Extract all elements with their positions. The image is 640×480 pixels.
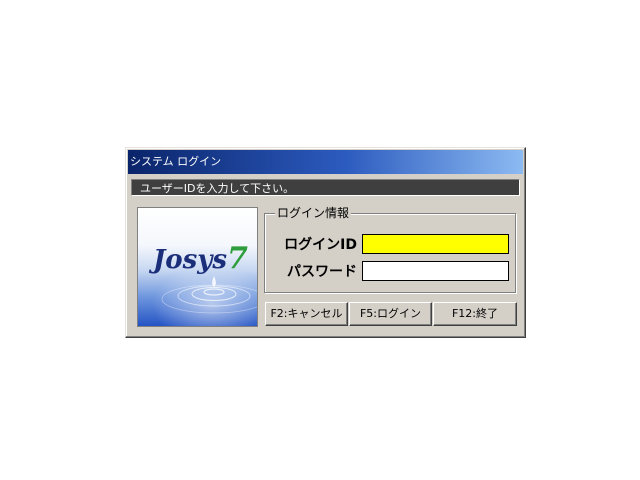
login-id-label: ログインID: [284, 237, 357, 253]
logo-seven: 7: [227, 241, 248, 276]
password-input[interactable]: [362, 261, 509, 281]
password-label: パスワード: [287, 264, 357, 280]
group-legend: ログイン情報: [275, 205, 352, 221]
login-dialog: システム ログイン ユーザーIDを入力して下さい。 Josys7 ログイン情報 …: [125, 147, 526, 338]
login-button[interactable]: F5:ログイン: [349, 302, 432, 326]
status-message: ユーザーIDを入力して下さい。: [131, 179, 520, 196]
exit-button[interactable]: F12:終了: [433, 302, 517, 326]
window-title[interactable]: システム ログイン: [128, 150, 523, 174]
login-id-input[interactable]: [362, 234, 509, 254]
logo-text: Josys7: [153, 241, 248, 276]
logo-wordmark: Josys: [153, 245, 228, 275]
cancel-button[interactable]: F2:キャンセル: [265, 302, 348, 326]
login-info-group: ログイン情報 ログインID パスワード: [264, 205, 516, 293]
logo-panel: Josys7: [137, 207, 258, 327]
